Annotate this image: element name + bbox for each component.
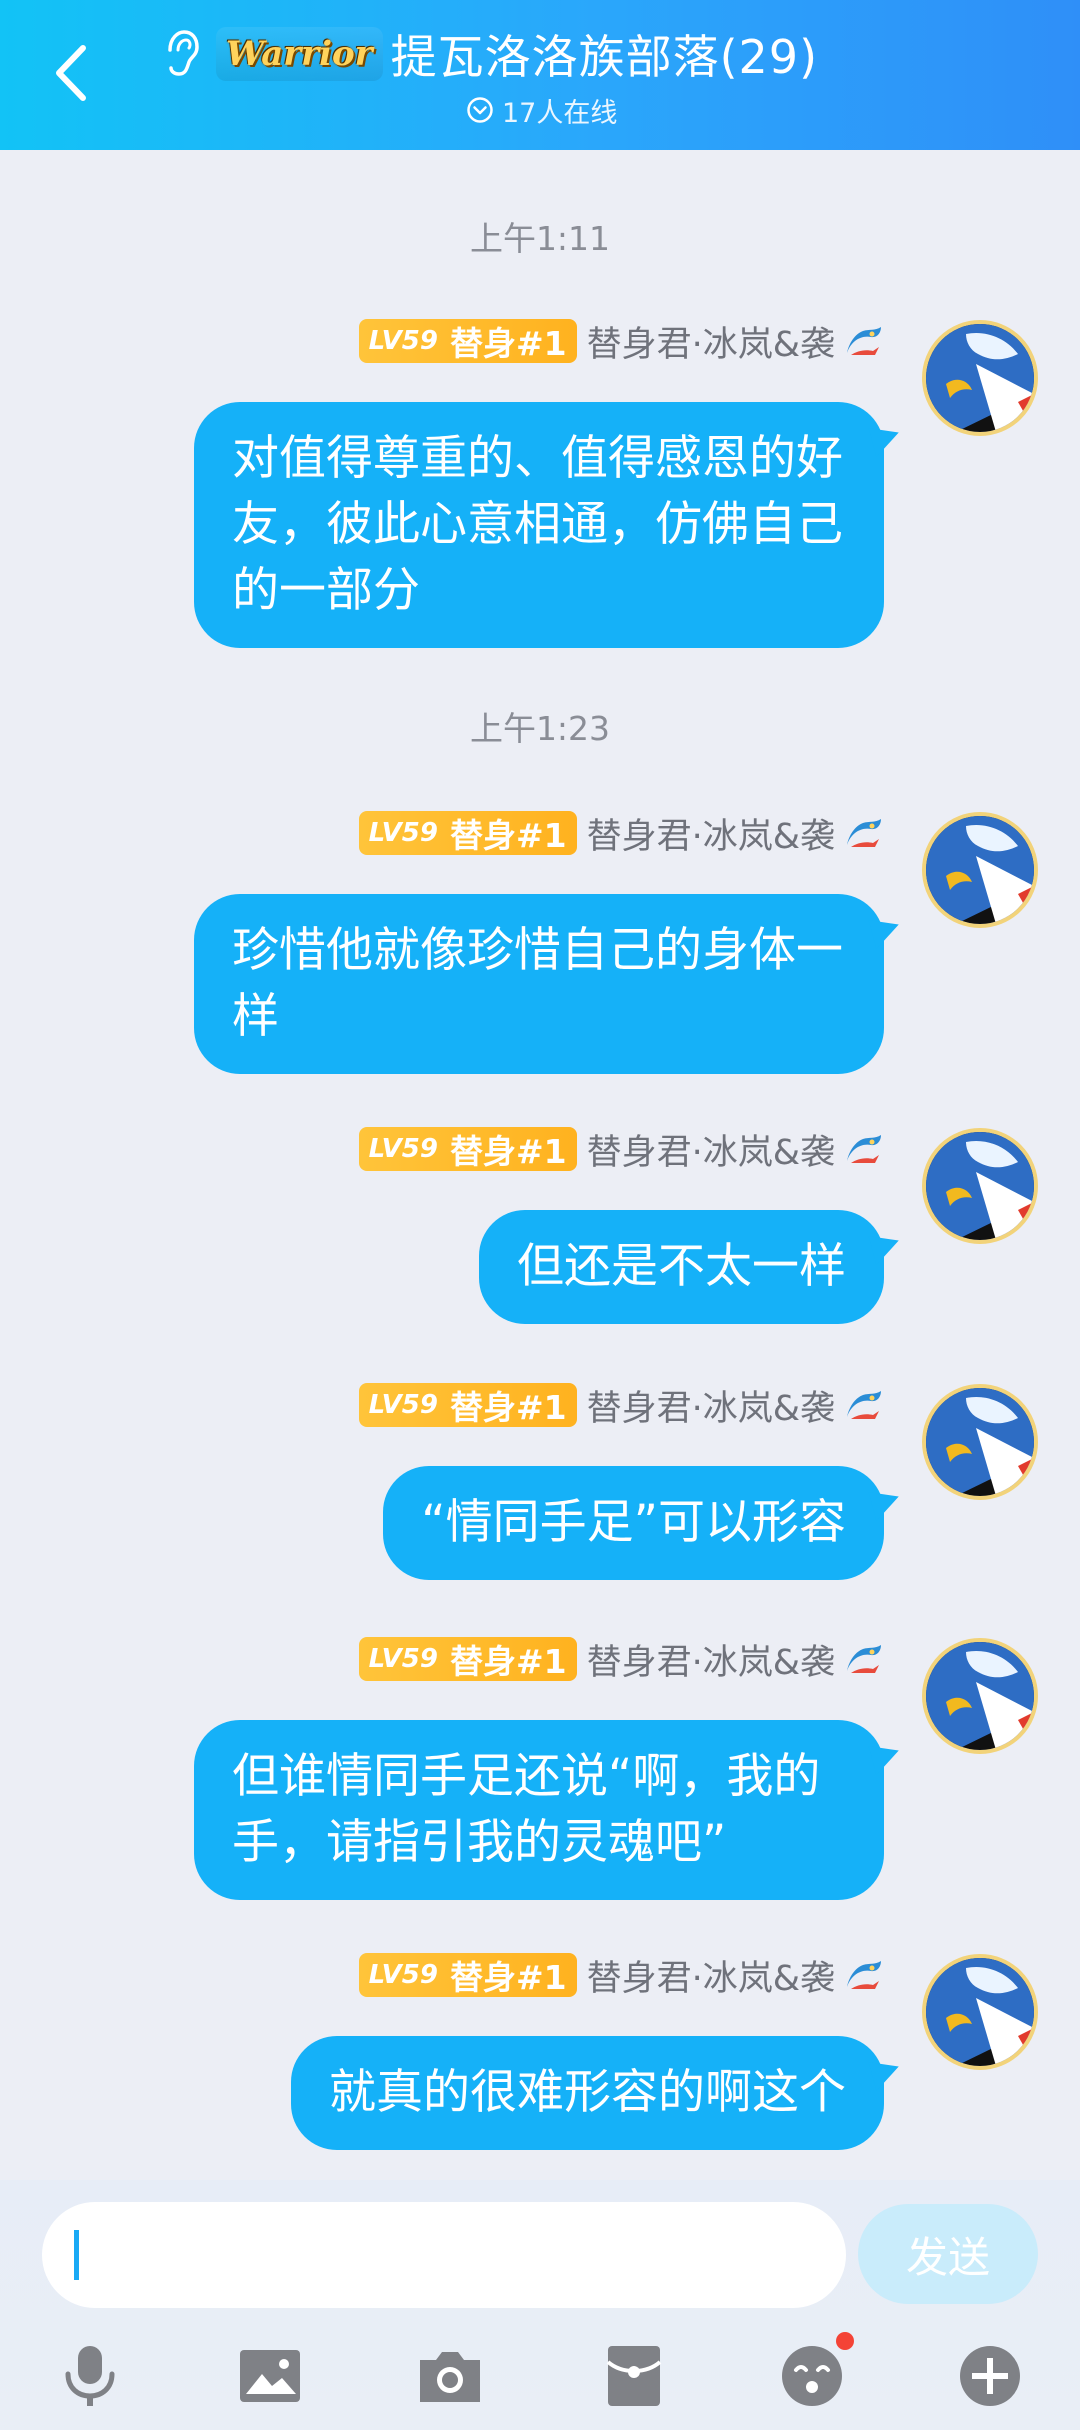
dragon-icon <box>847 1135 881 1163</box>
warrior-logo: Warrior <box>216 27 383 81</box>
dragon-icon <box>847 1645 881 1673</box>
rank-label: 替身#1 <box>449 1642 567 1681</box>
avatar-image <box>926 1642 1034 1750</box>
level-label: LV59 <box>368 326 438 356</box>
emoji-button[interactable] <box>776 2332 854 2412</box>
rank-label: 替身#1 <box>449 1132 567 1171</box>
online-count: 17人在线 <box>502 97 618 129</box>
sender-meta: LV59 替身#1 替身君·冰岚&袭 <box>358 1634 885 1685</box>
sender-nickname[interactable]: 替身君·冰岚&袭 <box>587 1950 835 2001</box>
image-icon[interactable] <box>234 2340 306 2412</box>
level-label: LV59 <box>368 1960 438 1990</box>
message-bubble[interactable]: 珍惜他就像珍惜自己的身体一样 <box>194 894 884 1074</box>
sender-nickname[interactable]: 替身君·冰岚&袭 <box>587 1124 835 1175</box>
rank-label: 替身#1 <box>449 324 567 363</box>
rank-label: 替身#1 <box>449 1958 567 1997</box>
level-label: LV59 <box>368 1390 438 1420</box>
chat-header: Warrior 提瓦洛洛族部落(29) 17人在线 <box>0 0 1080 150</box>
online-status[interactable]: 17人在线 <box>466 92 618 129</box>
sender-meta: LV59 替身#1 替身君·冰岚&袭 <box>358 316 885 367</box>
level-label: LV59 <box>368 818 438 848</box>
message-bubble[interactable]: 但还是不太一样 <box>479 1210 884 1324</box>
group-title: 提瓦洛洛族部落(29) <box>390 30 819 84</box>
rank-label: 替身#1 <box>449 1388 567 1427</box>
level-label: LV59 <box>368 1644 438 1674</box>
avatar-image <box>926 1132 1034 1240</box>
camera-icon[interactable] <box>414 2340 486 2412</box>
level-badge: LV59 替身#1 <box>358 1127 577 1171</box>
level-badge: LV59 替身#1 <box>358 1637 577 1681</box>
ear-icon[interactable] <box>160 28 200 80</box>
sender-nickname[interactable]: 替身君·冰岚&袭 <box>587 808 835 859</box>
level-badge: LV59 替身#1 <box>358 319 577 363</box>
sender-nickname[interactable]: 替身君·冰岚&袭 <box>587 1634 835 1685</box>
message-bubble[interactable]: 就真的很难形容的啊这个 <box>291 2036 884 2150</box>
input-area: 发送 <box>0 2180 1080 2430</box>
notification-dot <box>836 2332 854 2350</box>
emoji-icon <box>782 2346 842 2406</box>
message-input[interactable] <box>42 2202 846 2308</box>
sender-meta: LV59 替身#1 替身君·冰岚&袭 <box>358 808 885 859</box>
sender-nickname[interactable]: 替身君·冰岚&袭 <box>587 1380 835 1431</box>
microphone-icon[interactable] <box>54 2340 126 2412</box>
sender-nickname[interactable]: 替身君·冰岚&袭 <box>587 316 835 367</box>
avatar[interactable] <box>922 1954 1038 2070</box>
avatar-image <box>926 816 1034 924</box>
level-badge: LV59 替身#1 <box>358 1383 577 1427</box>
dragon-icon <box>847 1391 881 1419</box>
sender-meta: LV59 替身#1 替身君·冰岚&袭 <box>358 1950 885 2001</box>
message-bubble[interactable]: “情同手足”可以形容 <box>383 1466 884 1580</box>
timestamp: 上午1:23 <box>469 709 611 748</box>
input-toolbar <box>0 2330 1080 2420</box>
message-bubble[interactable]: 但谁情同手足还说“啊，我的手，请指引我的灵魂吧” <box>194 1720 884 1900</box>
plus-icon[interactable] <box>954 2340 1026 2412</box>
text-caret <box>74 2230 79 2280</box>
timestamp: 上午1:11 <box>469 219 611 258</box>
avatar[interactable] <box>922 812 1038 928</box>
level-badge: LV59 替身#1 <box>358 811 577 855</box>
rank-label: 替身#1 <box>449 816 567 855</box>
red-packet-icon[interactable] <box>598 2340 670 2412</box>
level-badge: LV59 替身#1 <box>358 1953 577 1997</box>
level-label: LV59 <box>368 1134 438 1164</box>
avatar-image <box>926 1958 1034 2066</box>
back-button[interactable] <box>40 38 100 108</box>
avatar-image <box>926 324 1034 432</box>
title-row[interactable]: Warrior 提瓦洛洛族部落(29) <box>160 18 818 90</box>
avatar[interactable] <box>922 1128 1038 1244</box>
sender-meta: LV59 替身#1 替身君·冰岚&袭 <box>358 1380 885 1431</box>
dragon-icon <box>847 327 881 355</box>
chevron-down-circle-icon <box>467 97 493 123</box>
dragon-icon <box>847 819 881 847</box>
sender-meta: LV59 替身#1 替身君·冰岚&袭 <box>358 1124 885 1175</box>
avatar[interactable] <box>922 320 1038 436</box>
chat-area[interactable]: 上午1:11 LV59 替身#1 替身君·冰岚&袭 对值得尊重的、值得感恩的好友… <box>0 150 1080 2180</box>
avatar-image <box>926 1388 1034 1496</box>
avatar[interactable] <box>922 1638 1038 1754</box>
avatar[interactable] <box>922 1384 1038 1500</box>
message-bubble[interactable]: 对值得尊重的、值得感恩的好友，彼此心意相通，仿佛自己的一部分 <box>194 402 884 648</box>
dragon-icon <box>847 1961 881 1989</box>
chevron-left-icon <box>56 45 86 101</box>
send-button[interactable]: 发送 <box>858 2204 1038 2304</box>
